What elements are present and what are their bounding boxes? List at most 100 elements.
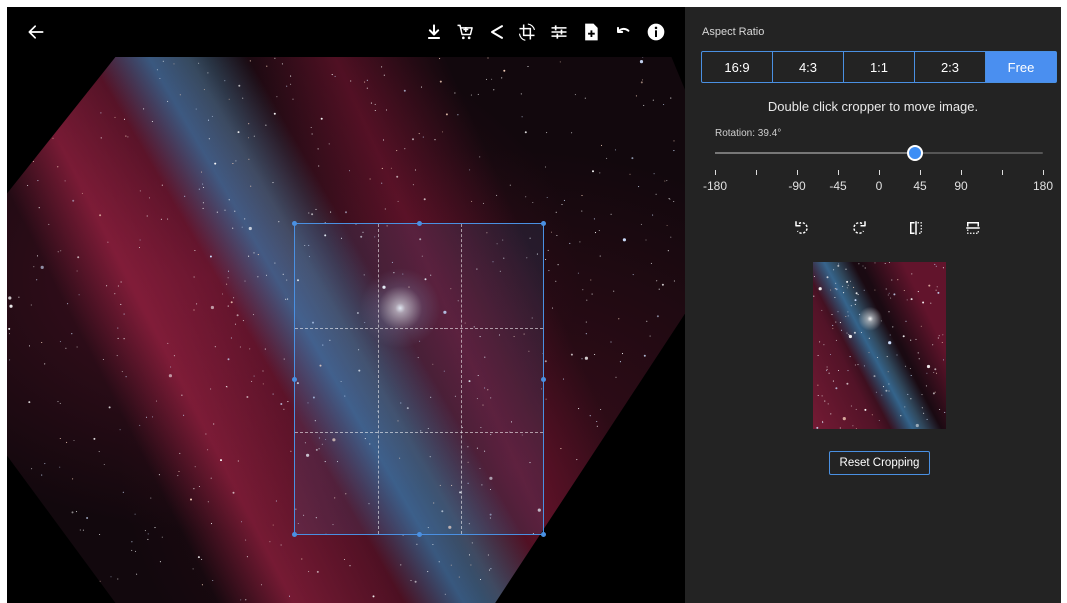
star — [27, 184, 29, 187]
star — [195, 108, 197, 110]
star — [853, 286, 855, 288]
star — [93, 437, 96, 440]
ratio-16-9-button[interactable]: 16:9 — [702, 52, 773, 82]
star — [549, 588, 552, 591]
crop-rotate-icon[interactable] — [515, 20, 539, 44]
star — [593, 218, 595, 220]
star — [855, 428, 857, 429]
star — [939, 408, 941, 411]
star — [930, 302, 932, 304]
star — [30, 304, 32, 306]
rotation-slider[interactable] — [715, 145, 1043, 161]
star — [854, 364, 856, 366]
rotation-tick-label: 45 — [913, 179, 927, 193]
star — [202, 186, 205, 189]
star — [221, 293, 224, 295]
crop-handle-right[interactable] — [541, 377, 546, 382]
star — [244, 280, 246, 282]
star — [207, 72, 209, 74]
crop-box[interactable] — [292, 221, 546, 537]
rotate-right-icon[interactable] — [848, 217, 870, 239]
crop-handle-left[interactable] — [292, 377, 297, 382]
crop-handle-top[interactable] — [417, 221, 422, 226]
star — [544, 360, 547, 363]
star — [253, 135, 255, 137]
star — [301, 558, 303, 560]
star — [52, 137, 54, 139]
star — [546, 132, 548, 134]
star — [173, 63, 175, 65]
star — [193, 488, 195, 490]
back-arrow-icon[interactable] — [24, 20, 48, 44]
star — [51, 90, 53, 92]
star — [102, 358, 104, 361]
star — [909, 368, 911, 370]
star — [863, 289, 865, 291]
star — [630, 525, 632, 527]
crop-handle-top-left[interactable] — [292, 221, 297, 226]
star — [847, 370, 849, 372]
star — [67, 568, 69, 570]
star — [350, 80, 352, 82]
reset-cropping-button[interactable]: Reset Cropping — [829, 451, 930, 475]
star — [225, 386, 227, 388]
star — [248, 226, 252, 231]
star — [857, 364, 859, 366]
star — [205, 433, 207, 435]
star — [72, 478, 74, 480]
star — [63, 543, 65, 545]
download-icon[interactable] — [422, 20, 446, 44]
crop-handle-bottom-right[interactable] — [541, 532, 546, 537]
rotate-left-icon[interactable] — [791, 217, 813, 239]
star — [40, 560, 43, 562]
star — [59, 437, 61, 440]
star — [227, 305, 229, 307]
star — [928, 284, 931, 287]
info-icon[interactable] — [644, 20, 668, 44]
star — [876, 356, 879, 359]
adjust-sliders-icon[interactable] — [547, 20, 571, 44]
star — [911, 273, 913, 275]
flip-horizontal-icon[interactable] — [905, 217, 927, 239]
star — [893, 293, 896, 296]
star — [926, 418, 928, 420]
star — [236, 314, 239, 317]
crop-handle-bottom-left[interactable] — [292, 532, 297, 537]
star — [682, 535, 684, 537]
ratio-4-3-button[interactable]: 4:3 — [773, 52, 844, 82]
ratio-2-3-button[interactable]: 2:3 — [915, 52, 986, 82]
star — [287, 401, 289, 403]
star — [612, 463, 614, 465]
cart-icon[interactable] — [453, 20, 477, 44]
flip-vertical-icon[interactable] — [962, 217, 984, 239]
star — [138, 246, 141, 249]
image-canvas[interactable] — [7, 7, 685, 603]
star — [574, 94, 576, 96]
ratio-free-button[interactable]: Free — [986, 52, 1056, 82]
rotation-slider-thumb[interactable] — [906, 145, 923, 161]
star — [214, 346, 216, 348]
star — [230, 301, 233, 304]
star — [59, 466, 61, 468]
star — [646, 320, 648, 322]
ratio-1-1-button[interactable]: 1:1 — [844, 52, 915, 82]
star — [835, 321, 837, 323]
star — [330, 211, 332, 213]
star — [328, 143, 330, 145]
crop-handle-top-right[interactable] — [541, 221, 546, 226]
star — [121, 371, 123, 373]
star — [657, 573, 659, 575]
star — [125, 376, 127, 378]
share-icon[interactable] — [485, 20, 509, 44]
undo-icon[interactable] — [611, 20, 635, 44]
rotation-tick-mark — [961, 170, 962, 175]
star — [585, 321, 587, 323]
star — [567, 506, 570, 508]
star — [265, 124, 267, 126]
star — [885, 389, 888, 392]
star — [441, 131, 444, 133]
star — [647, 572, 649, 574]
add-file-icon[interactable] — [579, 20, 603, 44]
star — [241, 226, 243, 228]
crop-handle-bottom[interactable] — [417, 532, 422, 537]
